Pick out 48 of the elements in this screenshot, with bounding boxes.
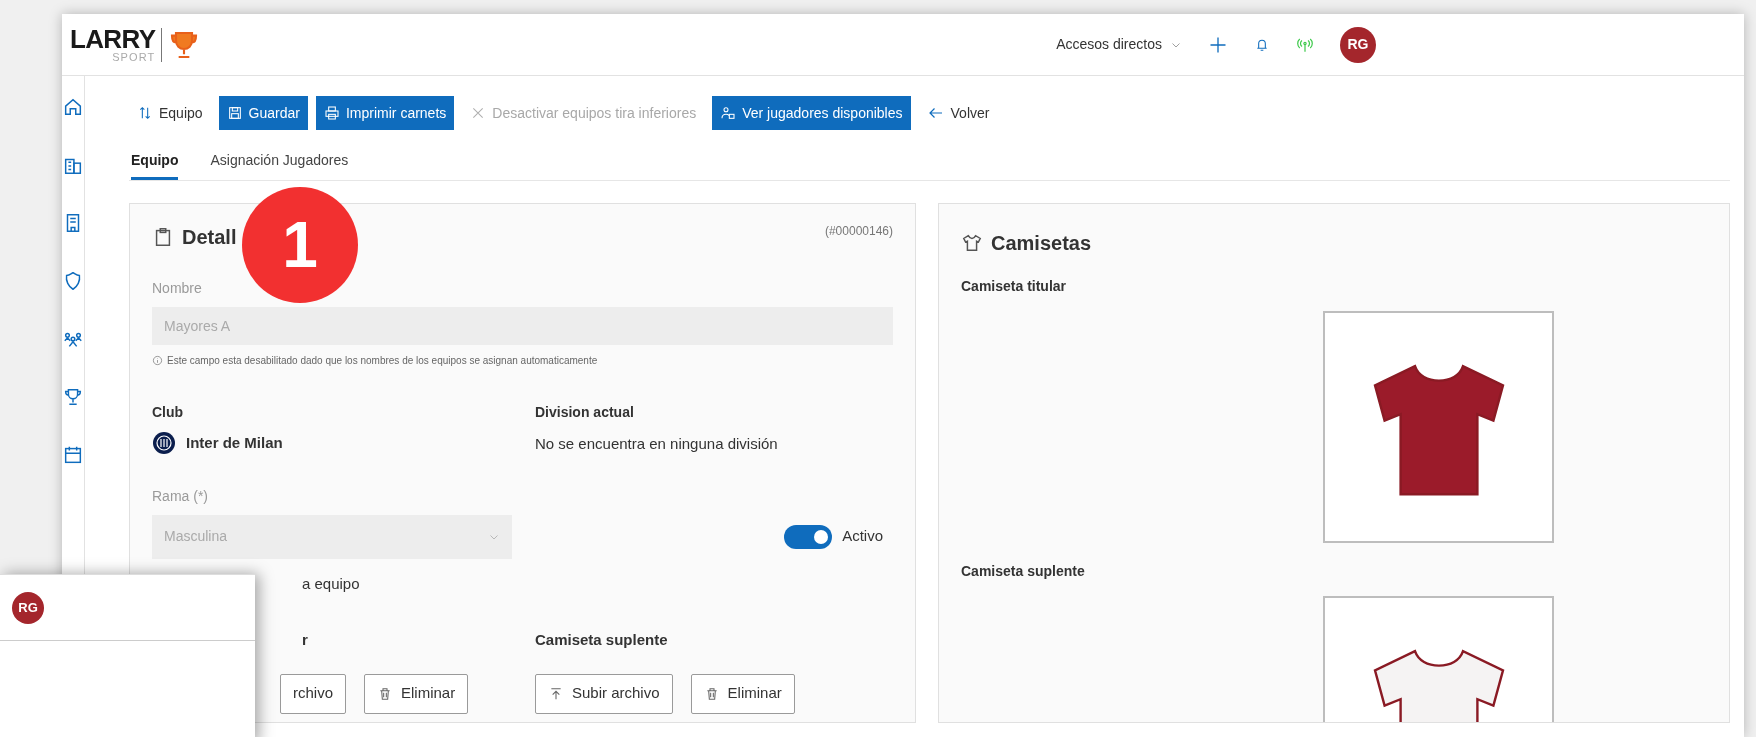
file-button[interactable]: Eliminar xyxy=(364,673,469,714)
card-title: Camisetas xyxy=(991,231,1092,256)
record-id: (#00000146) xyxy=(824,223,893,240)
toolbar-button[interactable]: Imprimir carnets xyxy=(315,96,455,130)
sort-icon xyxy=(137,105,153,121)
field-label: Club xyxy=(152,403,185,422)
upload-icon xyxy=(548,685,564,702)
people-icon xyxy=(720,105,737,121)
shirt-icon xyxy=(961,232,983,254)
info-icon xyxy=(152,355,163,366)
file-button[interactable]: Subir archivo xyxy=(535,673,673,714)
field-label: Camiseta suplente xyxy=(961,562,1086,581)
home-icon xyxy=(62,96,84,118)
toolbar-button[interactable]: Volver xyxy=(918,96,998,130)
toolbar-button[interactable]: Equipo xyxy=(129,96,211,130)
tab[interactable]: Equipo xyxy=(131,146,179,180)
field-label: Division actual xyxy=(535,403,635,422)
toolbar-button[interactable]: Guardar xyxy=(218,96,308,130)
trophy-icon xyxy=(62,386,84,408)
field-label: Camiseta suplente xyxy=(535,630,669,650)
club-crest-icon xyxy=(152,431,176,455)
file-button[interactable]: Eliminar xyxy=(690,673,795,714)
field-label: r xyxy=(302,630,308,650)
active-toggle[interactable] xyxy=(784,524,833,549)
logo-text: LARRY xyxy=(70,26,156,52)
field-label: a equipo xyxy=(302,573,360,594)
card-title: Detall xyxy=(182,225,237,250)
field-label: Nombre xyxy=(152,279,203,298)
user-avatar[interactable]: RG xyxy=(1340,26,1376,63)
logo-subtext: SPORT xyxy=(112,52,156,63)
sidebar-item[interactable] xyxy=(62,96,84,118)
division-value: No se encuentra en ninguna división xyxy=(535,434,779,454)
field-label: Rama (*) xyxy=(152,486,209,506)
trash-icon xyxy=(377,685,393,702)
calendar-icon xyxy=(62,444,84,466)
toggle-label: Activo xyxy=(842,526,883,547)
club-name: Inter de Milan xyxy=(186,432,283,453)
field-hint: Este campo esta desabilitado dado que los nombres de los equipos se asignan automaticamente xyxy=(167,354,598,368)
file-button[interactable]: rchivo xyxy=(280,673,346,714)
sidebar-item[interactable] xyxy=(62,386,84,408)
tab[interactable]: Asignación Jugadores xyxy=(210,146,349,180)
toolbar-button[interactable]: Ver jugadores disponibles xyxy=(712,96,911,130)
user-avatar: RG xyxy=(12,591,44,624)
shortcuts-dropdown[interactable]: Accesos directos xyxy=(1056,34,1182,55)
save-icon xyxy=(226,105,243,121)
sidebar-item[interactable] xyxy=(62,444,84,466)
printer-icon xyxy=(323,105,340,121)
field-label: Camiseta titular xyxy=(961,277,1068,296)
